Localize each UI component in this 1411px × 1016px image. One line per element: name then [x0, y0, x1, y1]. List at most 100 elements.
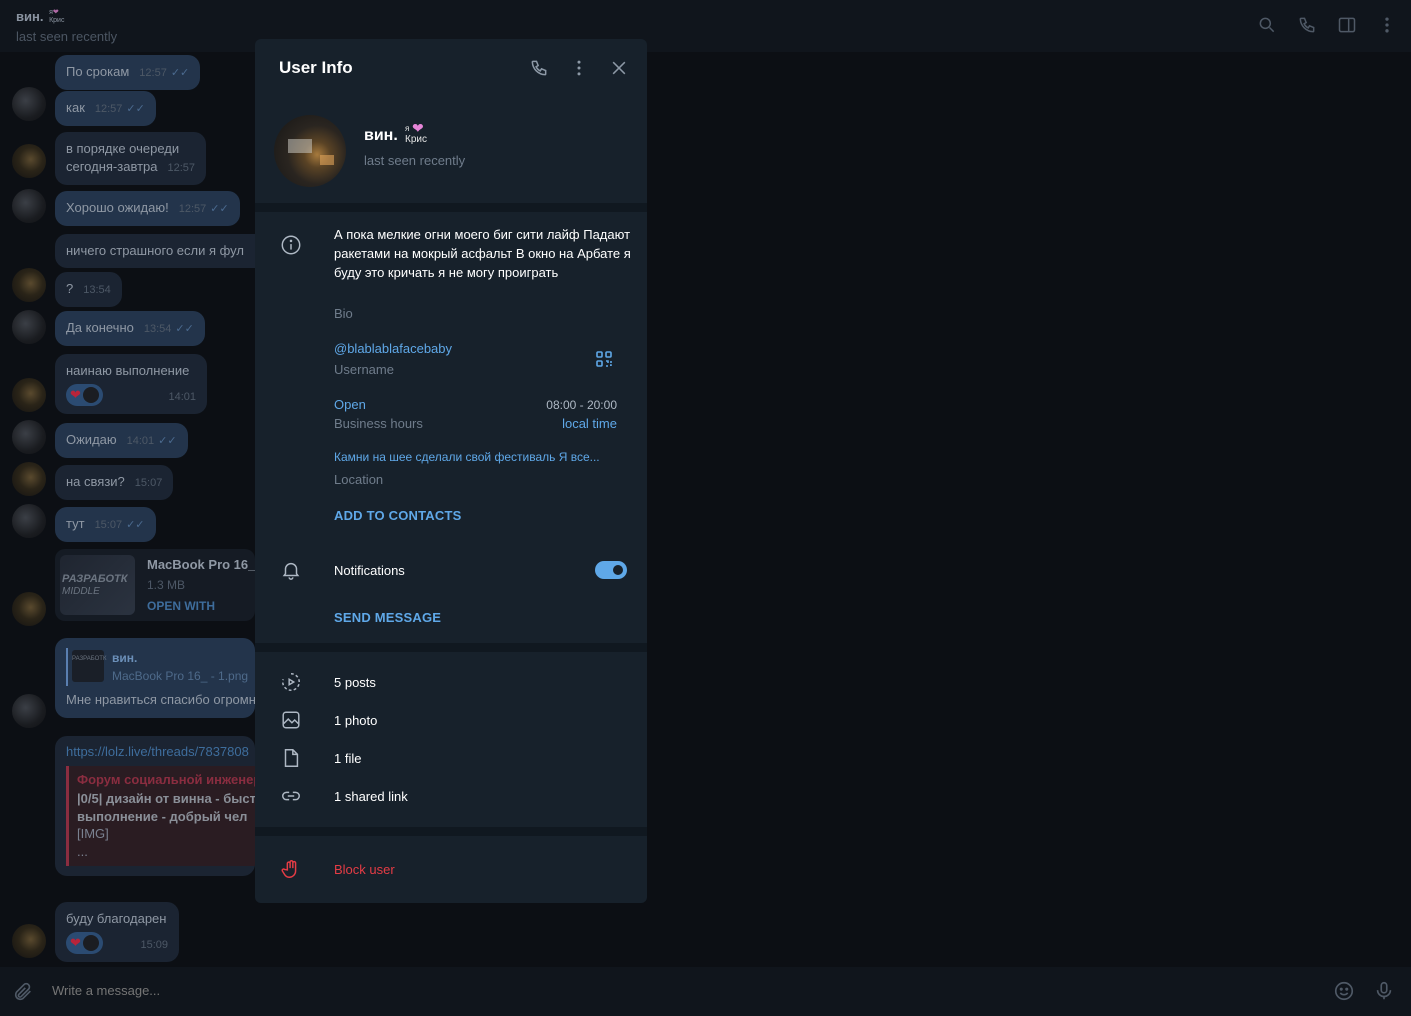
- call-button[interactable]: [528, 57, 550, 79]
- sidebar-toggle-icon[interactable]: [1337, 15, 1357, 35]
- avatar-detail: [320, 155, 334, 165]
- avatar[interactable]: [12, 144, 46, 178]
- avatar[interactable]: [12, 694, 46, 728]
- link-preview[interactable]: Форум социальной инженерии |0/5| дизайн …: [66, 766, 255, 866]
- media-row-files[interactable]: 1 file: [255, 739, 647, 777]
- message-bubble[interactable]: ? 13:54: [55, 272, 122, 307]
- message-bubble[interactable]: в порядке очереди сегодня-завтра 12:57: [55, 132, 207, 185]
- message-text: Ожидаю: [66, 432, 117, 447]
- local-time-toggle[interactable]: local time: [562, 416, 617, 431]
- reply-thumbnail: РАЗРАБОТК: [72, 650, 106, 682]
- business-hours-range: 08:00 - 20:00: [546, 398, 617, 412]
- section-divider: [255, 203, 647, 212]
- avatar[interactable]: [12, 592, 46, 626]
- reaction-avatar: [82, 387, 99, 403]
- link-ellipsis: ...: [77, 844, 88, 859]
- username-link[interactable]: @blablablafacebaby: [334, 341, 452, 356]
- message-bubble[interactable]: Да конечно 13:54 ✓✓: [55, 311, 205, 346]
- reaction-chip[interactable]: ❤: [66, 932, 103, 954]
- phone-icon[interactable]: [1297, 15, 1317, 35]
- avatar[interactable]: [12, 268, 46, 302]
- message-text: ничего страшного если я фул: [66, 243, 244, 258]
- heart-icon: ❤: [70, 387, 81, 402]
- message-bubble[interactable]: По срокам 12:57 ✓✓: [55, 55, 201, 90]
- send-message-button[interactable]: SEND MESSAGE: [334, 610, 441, 625]
- message-bubble[interactable]: Ожидаю 14:01 ✓✓: [55, 423, 188, 458]
- reply-quote: MacBook Pro 16_ - 1.png: [112, 669, 249, 683]
- avatar-detail: [288, 139, 312, 153]
- avatar[interactable]: [12, 924, 46, 958]
- user-info-panel: User Info вин. я ❤ Крис last seen recent…: [255, 39, 647, 903]
- block-user-button[interactable]: Block user: [255, 851, 647, 887]
- link-message[interactable]: https://lolz.live/threads/7837808 Форум …: [55, 736, 255, 876]
- microphone-icon[interactable]: [1373, 980, 1395, 1002]
- more-vertical-icon[interactable]: [1377, 15, 1397, 35]
- reaction-chip[interactable]: ❤: [66, 384, 103, 406]
- qr-code-icon[interactable]: [595, 350, 613, 368]
- heart-icon: ❤: [70, 935, 81, 950]
- avatar[interactable]: [12, 504, 46, 538]
- message-time: 12:57: [94, 103, 123, 115]
- open-with-button[interactable]: OPEN WITH: [147, 599, 215, 613]
- phone-icon: [531, 60, 547, 76]
- link-icon: [279, 784, 303, 808]
- telegram-window: вин. я❤ Крис last seen recently По срока…: [0, 0, 1411, 1016]
- media-label: 5 posts: [334, 675, 376, 690]
- message-input[interactable]: [52, 983, 652, 998]
- message-time: 15:09: [140, 939, 168, 951]
- avatar[interactable]: [12, 310, 46, 344]
- file-message[interactable]: РАЗРАБОТК MIDDLE MacBook Pro 16_ 1.3 MB O…: [55, 549, 255, 621]
- media-label: 1 file: [334, 751, 362, 766]
- chat-title-text: вин.: [16, 9, 44, 24]
- media-row-posts[interactable]: 5 posts: [255, 663, 647, 701]
- message-time: 13:54: [83, 284, 111, 296]
- read-check-icon: ✓✓: [158, 435, 177, 447]
- more-button[interactable]: [568, 57, 590, 79]
- message-bubble[interactable]: Хорошо ожидаю! 12:57 ✓✓: [55, 191, 240, 226]
- paperclip-icon[interactable]: [12, 981, 34, 1003]
- reply-message[interactable]: РАЗРАБОТК вин. MacBook Pro 16_ - 1.png М…: [55, 638, 255, 718]
- read-check-icon: ✓✓: [170, 67, 190, 79]
- file-thumbnail[interactable]: РАЗРАБОТК MIDDLE: [60, 555, 135, 615]
- chat-title[interactable]: вин. я❤ Крис: [16, 9, 64, 25]
- avatar[interactable]: [12, 378, 46, 412]
- message-bubble[interactable]: ничего страшного если я фул: [55, 234, 255, 268]
- profile-avatar[interactable]: [274, 115, 346, 187]
- media-row-links[interactable]: 1 shared link: [255, 777, 647, 815]
- media-row-photos[interactable]: 1 photo: [255, 701, 647, 739]
- chat-header: вин. я❤ Крис last seen recently: [0, 0, 1411, 52]
- message-time: 14:01: [126, 435, 155, 447]
- avatar[interactable]: [12, 189, 46, 223]
- deco-kris: Крис: [49, 17, 65, 24]
- location-link[interactable]: Камни на шее сделали свой фестиваль Я вс…: [334, 450, 624, 464]
- thumb-text: РАЗРАБОТК: [62, 573, 128, 585]
- close-button[interactable]: [608, 57, 630, 79]
- link-desc-line: |0/5| дизайн от винна - быстрое: [77, 791, 255, 806]
- search-icon[interactable]: [1257, 15, 1277, 35]
- notifications-toggle[interactable]: [595, 561, 627, 579]
- avatar[interactable]: [12, 462, 46, 496]
- panel-header: User Info: [255, 39, 647, 95]
- message-text: буду благодарен: [66, 911, 167, 926]
- photo-icon: [279, 708, 303, 732]
- avatar[interactable]: [12, 420, 46, 454]
- chat-messages-area[interactable]: По срокам 12:57 ✓✓ как 12:57 ✓✓ в порядке оч…: [0, 52, 1411, 967]
- emoji-icon[interactable]: [1333, 980, 1355, 1002]
- message-bubble[interactable]: буду благодарен ❤ 15:09: [55, 902, 179, 962]
- bio-label: Bio: [334, 306, 353, 321]
- business-hours-status[interactable]: Open: [334, 397, 366, 412]
- add-to-contacts-button[interactable]: ADD TO CONTACTS: [334, 508, 461, 523]
- message-bubble[interactable]: наинаю выполнение ❤ 14:01: [55, 354, 207, 414]
- bio-text[interactable]: А пока мелкие огни моего биг сити лайф П…: [334, 225, 634, 282]
- message-text: как: [66, 100, 85, 115]
- chat-status: last seen recently: [16, 29, 118, 44]
- profile-status: last seen recently: [364, 153, 466, 168]
- message-bubble[interactable]: на связи? 15:07: [55, 465, 174, 500]
- message-text: Хорошо ожидаю!: [66, 200, 169, 215]
- avatar[interactable]: [12, 87, 46, 121]
- message-bubble[interactable]: тут 15:07 ✓✓: [55, 507, 156, 542]
- message-bubble[interactable]: как 12:57 ✓✓: [55, 91, 156, 126]
- file-icon: [279, 746, 303, 770]
- message-link[interactable]: https://lolz.live/threads/7837808: [66, 744, 249, 759]
- link-description: |0/5| дизайн от винна - быстрое выполнен…: [77, 790, 255, 826]
